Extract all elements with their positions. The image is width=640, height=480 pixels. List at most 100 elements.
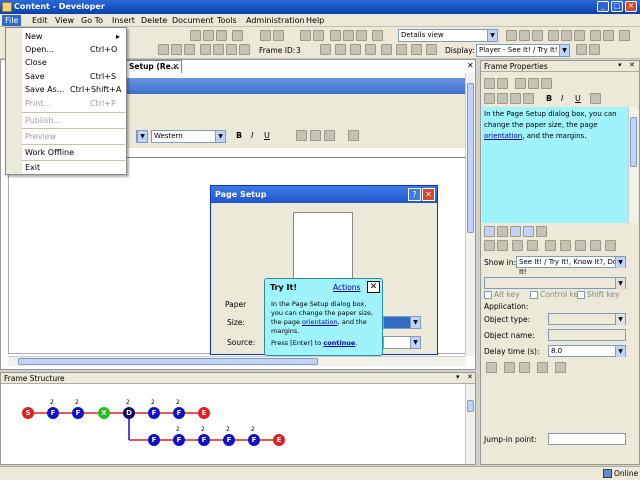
frame-node[interactable]: F: [148, 407, 160, 419]
publish-icon[interactable]: [356, 30, 367, 41]
frame-node[interactable]: F: [173, 407, 185, 419]
prev-frame-icon[interactable]: [335, 44, 346, 55]
pin-icon[interactable]: ▾: [456, 373, 460, 381]
close-icon[interactable]: ✕: [629, 61, 635, 69]
menu-help[interactable]: Help: [303, 15, 327, 26]
next-frame-icon[interactable]: [350, 44, 361, 55]
key-icon[interactable]: [555, 362, 566, 373]
props-align-left-icon[interactable]: [484, 93, 495, 104]
orientation-link[interactable]: orientation: [484, 132, 522, 140]
align-right-icon[interactable]: [324, 130, 335, 141]
replace-icon[interactable]: [313, 30, 324, 41]
props-icon-m[interactable]: [590, 240, 601, 251]
redo-icon[interactable]: [273, 30, 284, 41]
close-icon[interactable]: ✕: [172, 61, 179, 73]
frame-tool-icon-6[interactable]: [226, 44, 237, 55]
preview-icon[interactable]: [343, 30, 354, 41]
frame-nav-icon-7[interactable]: [411, 44, 422, 55]
props-icon-l[interactable]: [575, 240, 586, 251]
close-icon[interactable]: ✕: [367, 281, 380, 293]
menu-save-as[interactable]: Save As... Ctrl+Shift+A: [6, 83, 126, 96]
bullets-icon[interactable]: [348, 130, 359, 141]
underline-button[interactable]: U: [264, 131, 270, 140]
props-icon-g[interactable]: [497, 240, 508, 251]
display-combo[interactable]: Player - See It! / Try It! ▼: [476, 44, 570, 57]
layout-icon-2[interactable]: [519, 30, 530, 41]
align-left-icon[interactable]: [296, 130, 307, 141]
frame-nav-icon-5[interactable]: [381, 44, 392, 55]
close-icon[interactable]: ✕: [467, 373, 473, 381]
layout-icon-8[interactable]: [603, 30, 614, 41]
frame-tool-icon-5[interactable]: [213, 44, 224, 55]
paste-icon[interactable]: [216, 30, 227, 41]
bubble-actions-link[interactable]: Actions: [333, 283, 360, 292]
frame-node[interactable]: F: [173, 434, 185, 446]
menu-preview[interactable]: Preview: [6, 130, 126, 143]
menu-file[interactable]: File: [2, 15, 22, 26]
frame-node[interactable]: E: [198, 407, 210, 419]
frame-node[interactable]: E: [273, 434, 285, 446]
menu-delete[interactable]: Delete: [138, 15, 170, 26]
menu-tools[interactable]: Tools: [214, 15, 240, 26]
object-type-combo[interactable]: ▼: [548, 313, 626, 325]
first-frame-icon[interactable]: [320, 44, 331, 55]
frame-node[interactable]: D: [123, 407, 135, 419]
align-center-icon[interactable]: [310, 130, 321, 141]
layout-icon-9[interactable]: [619, 30, 630, 41]
props-tool-icon-4[interactable]: [528, 78, 539, 89]
frame-nav-icon-8[interactable]: [426, 44, 437, 55]
props-italic-button[interactable]: I: [561, 94, 563, 103]
control-key-checkbox[interactable]: Control key: [530, 290, 583, 299]
props-icon-b[interactable]: [497, 226, 508, 237]
frame-node[interactable]: F: [248, 434, 260, 446]
shift-key-checkbox[interactable]: Shift key: [577, 290, 620, 299]
props-icon-k[interactable]: [560, 240, 571, 251]
object-name-field[interactable]: [548, 329, 626, 341]
copy-icon[interactable]: [203, 30, 214, 41]
undo-icon[interactable]: [260, 30, 271, 41]
bold-button[interactable]: B: [236, 131, 242, 140]
pin-icon[interactable]: ▾: [618, 61, 622, 69]
menu-publish[interactable]: Publish...: [6, 114, 126, 127]
props-icon-h[interactable]: [512, 240, 523, 251]
frame-vscroll[interactable]: [465, 384, 475, 464]
orientation-link[interactable]: orientation: [302, 318, 338, 326]
print-icon[interactable]: [330, 30, 341, 41]
tab-page-setup[interactable]: Setup (Re... ✕: [126, 60, 182, 73]
props-vscroll[interactable]: [628, 107, 638, 223]
props-align-center-icon[interactable]: [497, 93, 508, 104]
props-icon-i[interactable]: [527, 240, 538, 251]
delete-icon[interactable]: [232, 30, 243, 41]
props-tool-icon-5[interactable]: [541, 78, 552, 89]
close-window-button[interactable]: ✕: [625, 1, 637, 12]
frame-node[interactable]: F: [148, 434, 160, 446]
jump-in-field[interactable]: [548, 433, 626, 445]
find-icon[interactable]: [300, 30, 311, 41]
record-icon[interactable]: [372, 30, 383, 41]
help-button[interactable]: ?: [408, 188, 421, 201]
frame-tool-icon-3[interactable]: [184, 44, 195, 55]
props-bold-button[interactable]: B: [546, 94, 552, 103]
layout-icon-5[interactable]: [561, 30, 572, 41]
display-icon-1[interactable]: [576, 44, 587, 55]
alt-key-checkbox[interactable]: Alt key: [484, 290, 520, 299]
props-tool-icon-3[interactable]: [515, 78, 526, 89]
editor-hscroll[interactable]: [8, 356, 466, 366]
layout-icon-7[interactable]: [590, 30, 601, 41]
menu-edit[interactable]: Edit: [29, 15, 51, 26]
props-font-icon[interactable]: [590, 93, 601, 104]
frame-node[interactable]: F: [198, 434, 210, 446]
display-icon-2[interactable]: [589, 44, 600, 55]
continue-link[interactable]: continue: [323, 339, 355, 347]
menu-open[interactable]: Open... Ctrl+O: [6, 43, 126, 56]
sound-icon[interactable]: [486, 362, 497, 373]
props-icon-d[interactable]: [523, 226, 534, 237]
show-in-combo[interactable]: See It! / Try It!, Know It?, Do It! ▼: [516, 256, 626, 276]
menu-print[interactable]: Print... Ctrl+P: [6, 97, 126, 110]
menu-save[interactable]: Save Ctrl+S: [6, 70, 126, 83]
frame-text[interactable]: In the Page Setup dialog box, you can ch…: [482, 107, 628, 223]
layout-icon-3[interactable]: [532, 30, 543, 41]
frame-nav-icon-6[interactable]: [396, 44, 407, 55]
menu-new[interactable]: New ▸: [6, 30, 126, 43]
frame-node[interactable]: S: [22, 407, 34, 419]
